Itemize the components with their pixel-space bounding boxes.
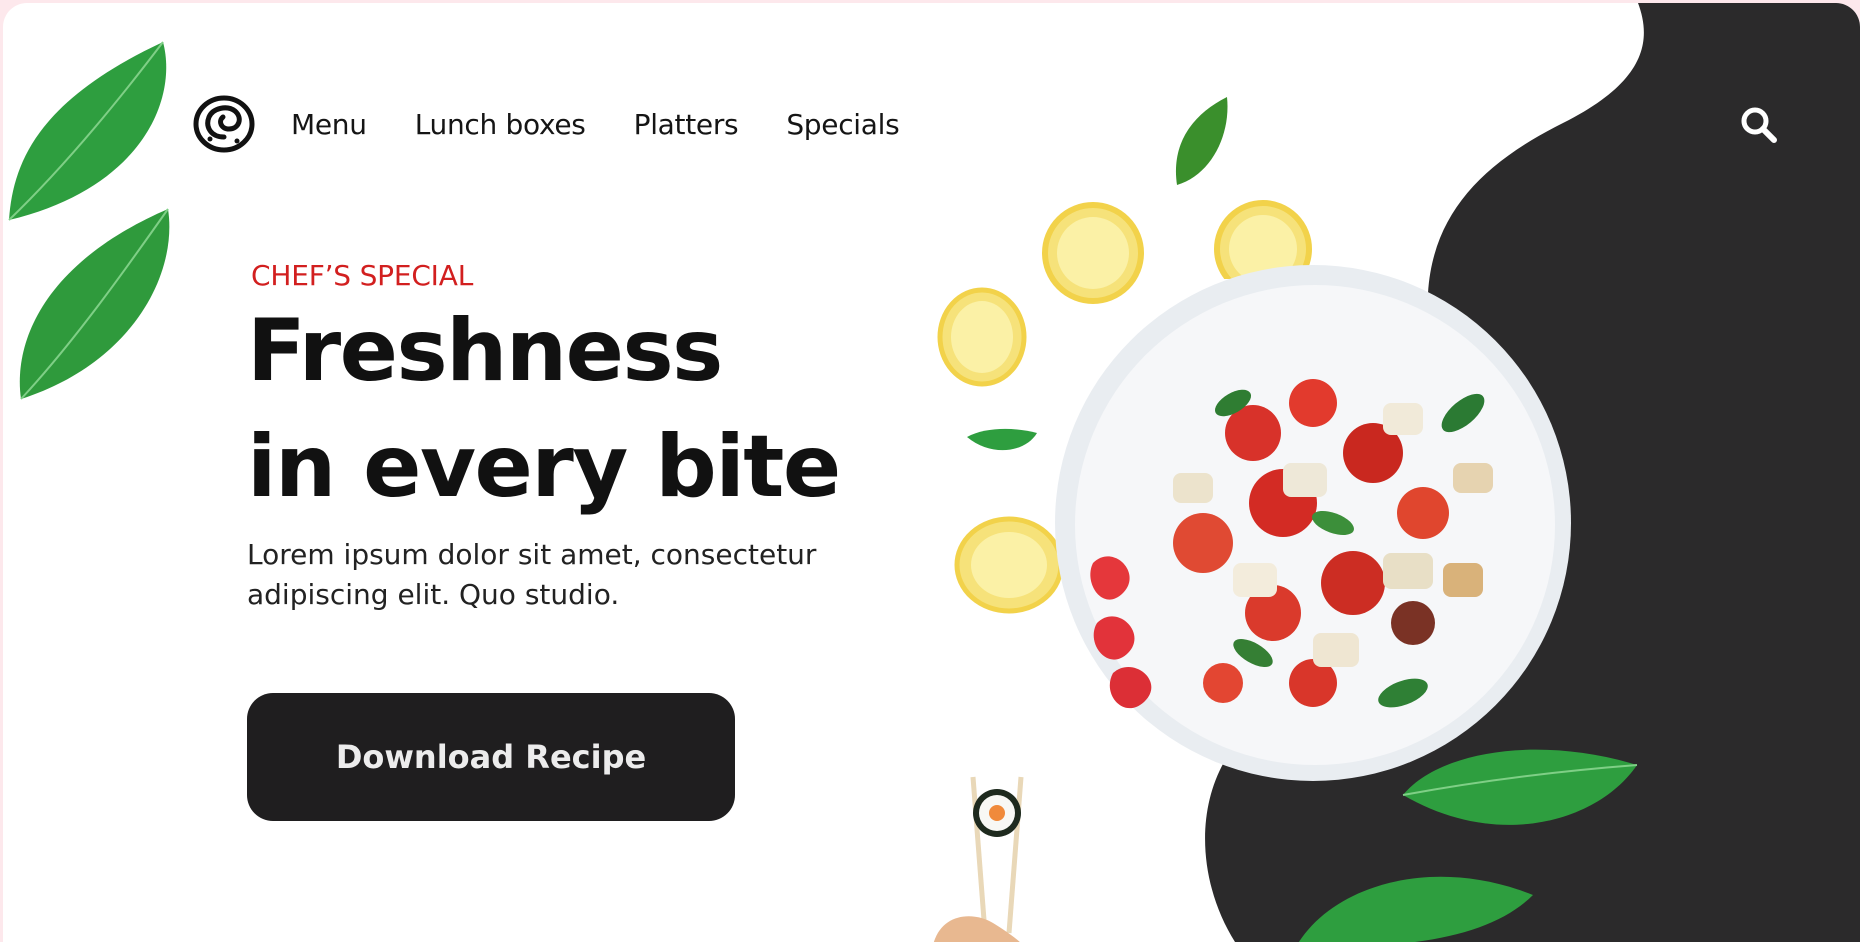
nav-item-specials[interactable]: Specials (786, 108, 899, 141)
leaf-decoration-right (1402, 749, 1638, 825)
cinnamon-roll-icon[interactable] (191, 91, 257, 157)
salad-plate-image (1055, 265, 1571, 781)
hero-eyebrow: CHEF’S SPECIAL (251, 259, 474, 292)
lemon-half-image (954, 516, 1064, 614)
lemon-slice-image (937, 287, 1027, 387)
leaf-decoration-bottom-right (1299, 876, 1533, 942)
landing-page: Menu Lunch boxes Platters Specials CHEF’… (3, 3, 1860, 942)
hero-headline: Freshness in every bite (247, 293, 841, 525)
leaf-decoration-top (8, 41, 167, 221)
small-leaf-decoration (967, 428, 1037, 451)
hero-description: Lorem ipsum dolor sit amet, consectetur … (247, 538, 817, 611)
nav-item-platters[interactable]: Platters (634, 108, 739, 141)
download-recipe-button[interactable]: Download Recipe (247, 693, 735, 821)
main-navigation: Menu Lunch boxes Platters Specials (191, 89, 947, 159)
sushi-chopsticks-image (934, 776, 1024, 942)
search-icon[interactable] (1739, 105, 1779, 145)
nav-item-menu[interactable]: Menu (291, 108, 367, 141)
headline-line-2: in every bite (247, 417, 841, 517)
small-leaf-decoration (1175, 97, 1228, 185)
headline-line-1: Freshness (247, 301, 723, 401)
leaf-decoration-bottom (19, 208, 170, 400)
nav-item-lunch-boxes[interactable]: Lunch boxes (415, 108, 586, 141)
